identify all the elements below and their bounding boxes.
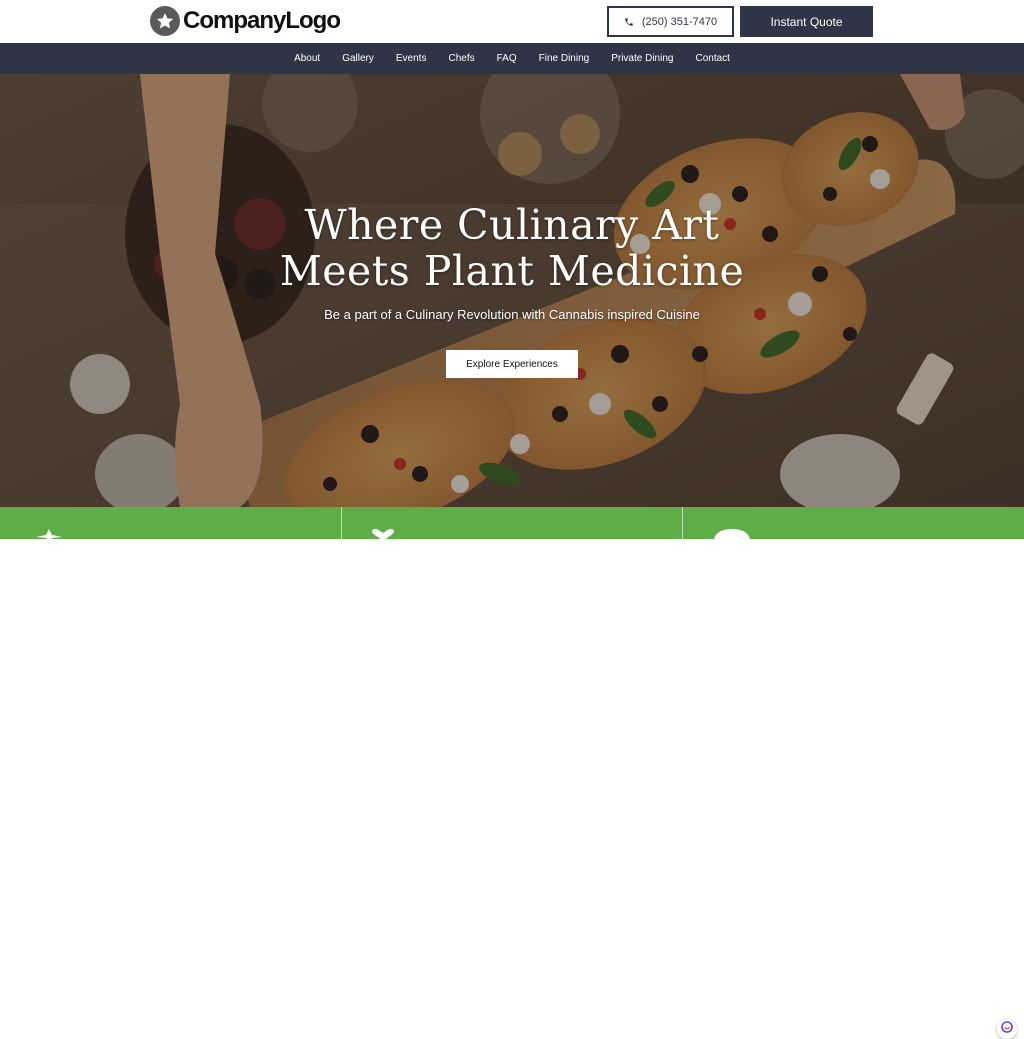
hero-title-line-2: Meets Plant Medicine bbox=[279, 247, 745, 295]
logo-text: CompanyLogo bbox=[183, 7, 341, 34]
main-navigation: About Gallery Events Chefs FAQ Fine Dini… bbox=[0, 43, 1024, 74]
nav-item-about[interactable]: About bbox=[283, 53, 331, 64]
phone-icon bbox=[624, 17, 634, 27]
nav-item-contact[interactable]: Contact bbox=[684, 53, 740, 64]
nav-item-gallery[interactable]: Gallery bbox=[331, 53, 385, 64]
band-divider bbox=[341, 507, 342, 539]
nav-item-private-dining[interactable]: Private Dining bbox=[600, 53, 684, 64]
phone-button[interactable]: (250) 351-7470 bbox=[607, 6, 734, 37]
nav-item-faq[interactable]: FAQ bbox=[486, 53, 528, 64]
explore-experiences-button[interactable]: Explore Experiences bbox=[446, 350, 578, 378]
leaf-icon bbox=[36, 528, 62, 546]
company-logo[interactable]: CompanyLogo bbox=[150, 6, 341, 36]
hero-subtitle: Be a part of a Culinary Revolution with … bbox=[324, 307, 700, 322]
hero-title: Where Culinary Art Meets Plant Medicine bbox=[0, 202, 1024, 294]
nav-item-chefs[interactable]: Chefs bbox=[437, 53, 485, 64]
star-icon bbox=[150, 6, 180, 36]
chat-widget-button[interactable] bbox=[997, 1019, 1017, 1039]
nav-list: About Gallery Events Chefs FAQ Fine Dini… bbox=[283, 53, 741, 64]
band-divider bbox=[682, 507, 683, 539]
nav-item-events[interactable]: Events bbox=[385, 53, 438, 64]
features-band bbox=[0, 507, 1024, 1039]
chat-icon bbox=[1001, 1020, 1013, 1038]
instant-quote-button[interactable]: Instant Quote bbox=[740, 6, 873, 37]
hero-title-line-1: Where Culinary Art bbox=[304, 201, 720, 249]
phone-number: (250) 351-7470 bbox=[641, 15, 718, 28]
nav-item-fine-dining[interactable]: Fine Dining bbox=[528, 53, 601, 64]
heart-icon bbox=[372, 528, 394, 546]
site-header: CompanyLogo (250) 351-7470 Instant Quote bbox=[0, 0, 1024, 43]
chef-icon bbox=[714, 528, 750, 546]
hero-section: Where Culinary Art Meets Plant Medicine … bbox=[0, 74, 1024, 507]
